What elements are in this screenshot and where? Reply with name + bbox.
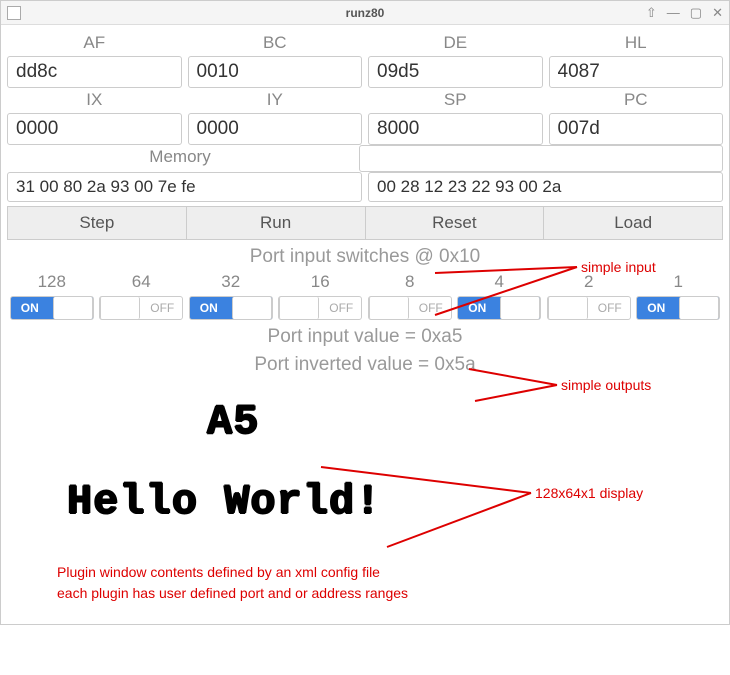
titlebar: runz80 ⇧ — ▢ ✕	[1, 1, 729, 25]
bit-col-1: 1	[634, 270, 724, 320]
reg-label-sp: SP	[368, 88, 543, 113]
register-row-2: IX IY SP PC	[7, 88, 723, 145]
reg-input-sp[interactable]	[368, 113, 543, 145]
display-line2: Hello World!	[67, 478, 381, 526]
memory-right-input[interactable]	[368, 172, 723, 202]
bit-toggle-16[interactable]	[278, 296, 362, 320]
content-area: AF BC DE HL IX IY	[1, 25, 729, 624]
memory-left-input[interactable]	[7, 172, 362, 202]
load-button[interactable]: Load	[544, 206, 723, 240]
bit-toggle-128[interactable]	[10, 296, 94, 320]
reg-label-ix: IX	[7, 88, 182, 113]
footnote-line1: Plugin window contents defined by an xml…	[57, 562, 723, 583]
reg-input-hl[interactable]	[549, 56, 724, 88]
bit-col-32: 32	[186, 270, 276, 320]
lcd-display: A5 Hello World!	[7, 388, 723, 548]
bit-label-1: 1	[674, 270, 683, 296]
minimize-icon[interactable]: —	[667, 5, 680, 21]
bit-toggle-8[interactable]	[368, 296, 452, 320]
annot-display-desc: 128x64x1 display	[535, 485, 643, 501]
reg-input-de[interactable]	[368, 56, 543, 88]
bit-toggle-4[interactable]	[457, 296, 541, 320]
reg-input-af[interactable]	[7, 56, 182, 88]
app-icon	[7, 6, 21, 20]
bit-col-16: 16	[276, 270, 366, 320]
bit-label-4: 4	[495, 270, 504, 296]
memory-addr-input[interactable]	[359, 145, 723, 172]
reg-label-hl: HL	[549, 31, 724, 56]
register-row-1: AF BC DE HL	[7, 31, 723, 88]
app-window: runz80 ⇧ — ▢ ✕ AF BC DE HL	[0, 0, 730, 625]
reg-input-pc[interactable]	[549, 113, 724, 145]
bit-label-64: 64	[132, 270, 151, 296]
memory-value-row	[7, 172, 723, 202]
annot-simple-input: simple input	[581, 259, 656, 275]
reg-label-af: AF	[7, 31, 182, 56]
footnote-line2: each plugin has user defined port and or…	[57, 583, 723, 604]
reg-input-ix[interactable]	[7, 113, 182, 145]
bit-col-4: 4	[455, 270, 545, 320]
maximize-icon[interactable]: ▢	[690, 5, 702, 21]
reg-label-iy: IY	[188, 88, 363, 113]
bit-label-32: 32	[221, 270, 240, 296]
bit-col-64: 64	[97, 270, 187, 320]
memory-label: Memory	[7, 145, 353, 172]
bit-toggle-64[interactable]	[99, 296, 183, 320]
reg-input-iy[interactable]	[188, 113, 363, 145]
close-icon[interactable]: ✕	[712, 5, 723, 21]
bit-label-8: 8	[405, 270, 414, 296]
action-buttons: Step Run Reset Load	[7, 206, 723, 240]
bit-col-8: 8	[365, 270, 455, 320]
pin-icon[interactable]: ⇧	[646, 5, 657, 21]
port-input-value: Port input value = 0xa5	[7, 326, 723, 348]
bit-toggle-32[interactable]	[189, 296, 273, 320]
annot-simple-outputs: simple outputs	[561, 377, 651, 393]
step-button[interactable]: Step	[7, 206, 187, 240]
bit-toggle-row: 128 64 32 16 8 4 2 1	[7, 270, 723, 320]
bit-col-128: 128	[7, 270, 97, 320]
bit-col-2: 2	[544, 270, 634, 320]
port-inverted-value: Port inverted value = 0x5a	[7, 354, 723, 376]
reg-input-bc[interactable]	[188, 56, 363, 88]
reg-label-pc: PC	[549, 88, 724, 113]
memory-label-row: Memory	[7, 145, 723, 172]
bit-label-128: 128	[38, 270, 66, 296]
window-title: runz80	[346, 6, 385, 20]
bit-toggle-1[interactable]	[636, 296, 720, 320]
reg-label-de: DE	[368, 31, 543, 56]
bit-toggle-2[interactable]	[547, 296, 631, 320]
run-button[interactable]: Run	[187, 206, 366, 240]
bit-label-16: 16	[311, 270, 330, 296]
display-line1: A5	[207, 398, 259, 446]
footnote: Plugin window contents defined by an xml…	[7, 548, 723, 618]
reg-label-bc: BC	[188, 31, 363, 56]
reset-button[interactable]: Reset	[366, 206, 545, 240]
